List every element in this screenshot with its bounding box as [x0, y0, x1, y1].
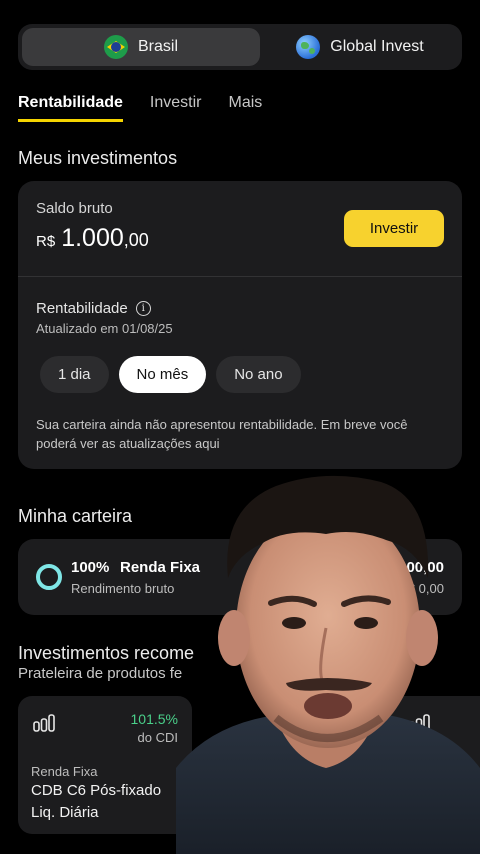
info-icon[interactable]: i [135, 301, 151, 316]
product-card[interactable]: 101.5% do CDI Renda Fixa CDB C6 Pós-fixa… [18, 696, 192, 834]
presenter-video-overlay [176, 468, 480, 854]
rentabilidade-note: Sua carteira ainda não apresentou rentab… [36, 417, 408, 451]
period-no-mes[interactable]: No mês [118, 356, 207, 393]
saldo-label: Saldo bruto [36, 200, 113, 217]
period-no-ano[interactable]: No ano [216, 356, 301, 393]
product-category: Renda Fixa [31, 764, 98, 779]
investments-card: Saldo bruto R$ 1.000 ,00 Investir Rentab… [18, 181, 462, 469]
bar-chart-icon [33, 714, 55, 732]
tab-bar: Rentabilidade Investir Mais [18, 94, 262, 122]
invest-button[interactable]: Investir [344, 210, 444, 247]
rentabilidade-label: Rentabilidade [36, 300, 128, 317]
period-selector: 1 dia No mês No ano [40, 356, 301, 393]
product-liquidity: Liq. Diária [31, 804, 99, 821]
section-title-wallet: Minha carteira [18, 506, 133, 526]
region-brasil-button[interactable]: Brasil [22, 28, 260, 66]
updated-date: Atualizado em 01/08/25 [36, 321, 173, 336]
presenter-image [176, 475, 480, 854]
tab-investir[interactable]: Investir [150, 94, 202, 122]
section-title-investments: Meus investimentos [18, 148, 178, 168]
tab-rentabilidade[interactable]: Rentabilidade [18, 94, 123, 122]
recommended-title: Investimentos recome [18, 643, 195, 663]
wallet-percentage: 100% [71, 559, 110, 576]
saldo-integer: 1.000 [61, 224, 124, 252]
region-brasil-label: Brasil [137, 38, 178, 55]
allocation-ring-icon [36, 564, 62, 590]
tab-mais[interactable]: Mais [228, 94, 262, 122]
brazil-flag-icon [103, 35, 128, 59]
region-global-button[interactable]: Global Invest [262, 28, 458, 66]
wallet-subtitle: Rendimento bruto [71, 581, 175, 596]
divider [18, 276, 462, 277]
product-rate-reference: do CDI [137, 730, 178, 745]
product-rate: 101.5% [130, 711, 178, 727]
region-global-label: Global Invest [330, 38, 424, 55]
recommended-subtitle: Prateleira de produtos fe [18, 665, 183, 682]
saldo-value: R$ 1.000 ,00 [36, 224, 149, 253]
saldo-decimal: ,00 [123, 230, 149, 250]
period-1-dia[interactable]: 1 dia [40, 356, 109, 393]
globe-icon [296, 35, 321, 59]
currency-symbol: R$ [36, 233, 56, 250]
rentabilidade-title: Rentabilidade i [36, 300, 151, 317]
product-name: CDB C6 Pós-fixado [31, 782, 162, 799]
region-switch: Brasil Global Invest [18, 24, 462, 70]
